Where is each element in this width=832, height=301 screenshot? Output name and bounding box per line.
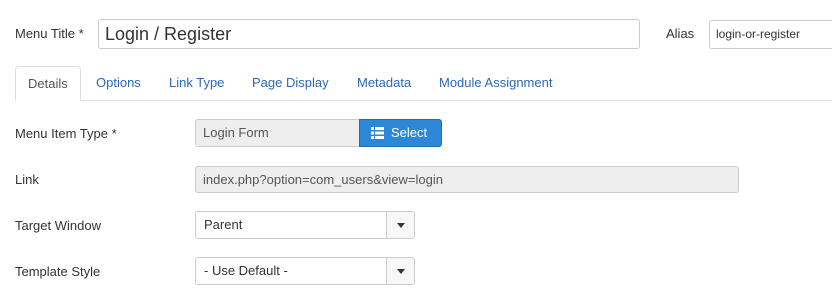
tab-options[interactable]: Options <box>96 66 141 101</box>
tab-link-type[interactable]: Link Type <box>169 66 224 101</box>
menu-title-input[interactable]: Login / Register <box>98 19 640 49</box>
caret-down-icon[interactable] <box>386 258 414 284</box>
template-style-label: Template Style <box>15 264 101 279</box>
tab-module-assignment[interactable]: Module Assignment <box>439 66 552 101</box>
target-window-label: Target Window <box>15 218 101 233</box>
alias-label: Alias <box>666 26 695 41</box>
caret-down-icon[interactable] <box>386 212 414 238</box>
link-label: Link <box>15 172 39 187</box>
template-style-value: - Use Default - <box>204 263 288 278</box>
template-style-select[interactable]: - Use Default - <box>195 257 415 285</box>
tab-metadata[interactable]: Metadata <box>357 66 411 101</box>
menu-item-type-field: Login Form <box>195 119 360 147</box>
tab-details[interactable]: Details <box>15 66 81 101</box>
select-button-label: Select <box>391 125 428 140</box>
menu-title-label: Menu Title * <box>15 26 84 41</box>
link-field: index.php?option=com_users&view=login <box>195 166 739 193</box>
target-window-value: Parent <box>204 217 243 232</box>
menu-item-type-label: Menu Item Type * <box>15 126 117 141</box>
tab-page-display[interactable]: Page Display <box>252 66 329 101</box>
target-window-select[interactable]: Parent <box>195 211 415 239</box>
select-menu-item-type-button[interactable]: Select <box>359 119 442 147</box>
alias-input[interactable]: login-or-register <box>709 20 832 49</box>
list-icon <box>371 127 384 139</box>
